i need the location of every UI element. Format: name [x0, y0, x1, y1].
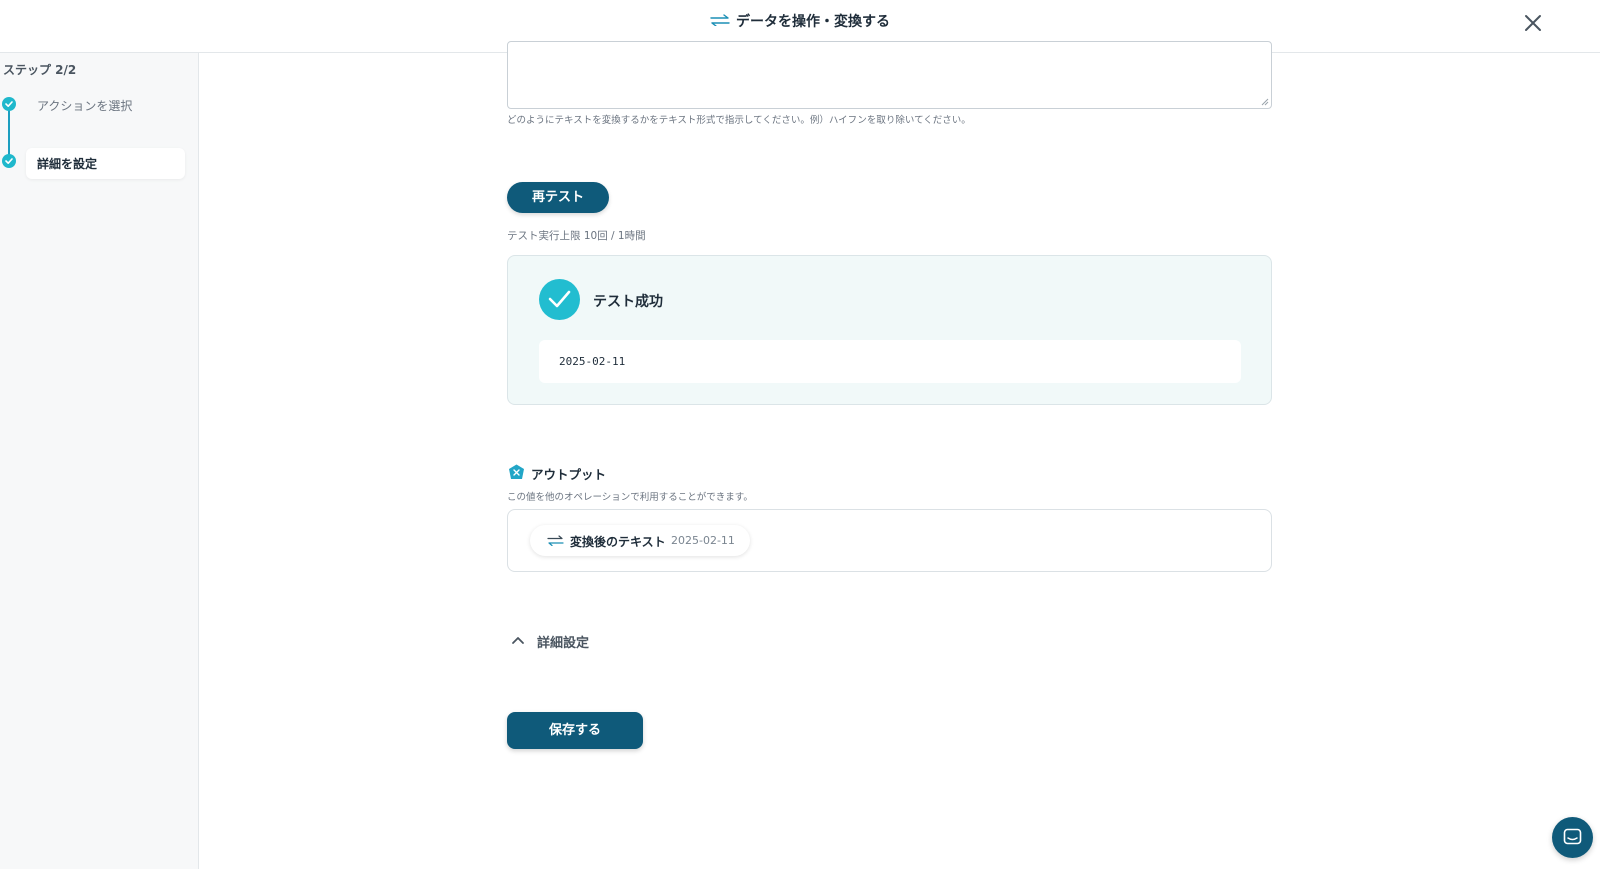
test-status: テスト成功 — [593, 294, 663, 310]
step-detail-settings[interactable]: 詳細を設定 — [37, 155, 97, 172]
output-chip-label: 変換後のテキスト — [570, 535, 666, 549]
step-check-icon — [2, 154, 16, 168]
step-count: ステップ 2/2 — [3, 63, 77, 77]
close-icon — [1525, 15, 1541, 31]
instruction-hint: どのようにテキストを変換するかをテキスト形式で指示してください。例）ハイフンを取… — [507, 115, 971, 126]
retest-button[interactable]: 再テスト — [507, 182, 609, 213]
instruction-textarea[interactable] — [507, 41, 1272, 109]
output-chip[interactable]: 変換後のテキスト 2025-02-11 — [530, 525, 750, 556]
chat-button[interactable] — [1552, 817, 1593, 858]
output-chip-value: 2025-02-11 — [671, 534, 735, 547]
advanced-settings-label: 詳細設定 — [537, 636, 590, 651]
check-circle-icon — [539, 279, 580, 320]
output-card: 変換後のテキスト 2025-02-11 — [507, 509, 1272, 572]
step-check-icon — [2, 97, 16, 111]
swap-arrows-icon — [710, 14, 730, 30]
output-description: この値を他のオペレーションで利用することができます。 — [507, 492, 753, 503]
test-result-box: 2025-02-11 — [539, 340, 1241, 383]
close-button[interactable] — [1522, 12, 1544, 34]
modal-title: データを操作・変換する — [0, 11, 1600, 31]
swap-arrows-icon — [547, 535, 564, 546]
chat-icon — [1563, 828, 1582, 845]
chevron-up-icon — [512, 637, 524, 644]
output-hex-icon — [509, 464, 524, 479]
output-title: アウトプット — [531, 467, 607, 482]
test-limit-text: テスト実行上限 10回 / 1時間 — [507, 230, 646, 242]
resize-handle-icon[interactable] — [1261, 98, 1269, 106]
step-select-action[interactable]: アクションを選択 — [37, 97, 132, 114]
test-result-value: 2025-02-11 — [559, 355, 626, 368]
modal-title-text: データを操作・変換する — [736, 14, 890, 30]
step-sidebar: ステップ 2/2 アクションを選択 詳細を設定 — [0, 53, 199, 869]
test-result-card: テスト成功 2025-02-11 — [507, 255, 1272, 405]
save-button[interactable]: 保存する — [507, 712, 643, 749]
